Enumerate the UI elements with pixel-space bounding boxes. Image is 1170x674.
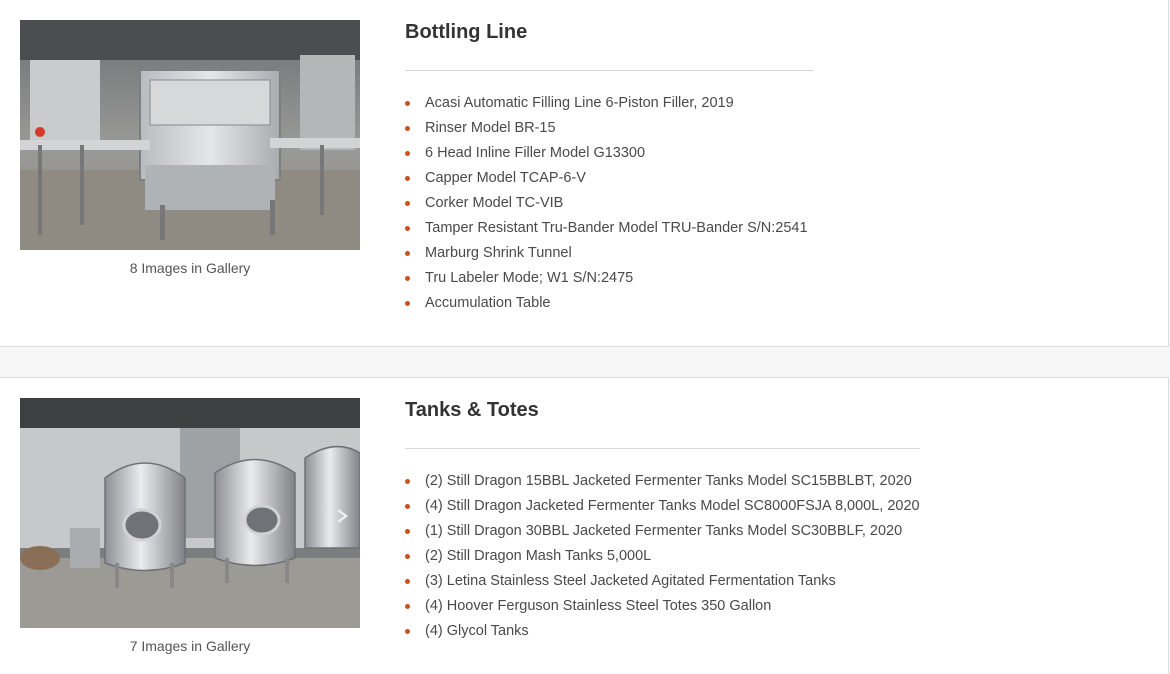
equipment-list: Acasi Automatic Filling Line 6-Piston Fi… xyxy=(405,94,808,319)
title-divider xyxy=(405,70,813,71)
bullet-icon xyxy=(405,301,410,306)
bullet-icon xyxy=(405,251,410,256)
bullet-icon xyxy=(405,629,410,634)
list-item: (4) Hoover Ferguson Stainless Steel Tote… xyxy=(405,597,920,622)
bottling-machine-image xyxy=(20,20,360,250)
listing-section-tanks-totes: 7 Images in Gallery Tanks & Totes (2) St… xyxy=(0,377,1169,674)
list-item: Marburg Shrink Tunnel xyxy=(405,244,808,269)
list-item: Rinser Model BR-15 xyxy=(405,119,808,144)
fermenter-tanks-image xyxy=(20,398,360,628)
bullet-icon xyxy=(405,504,410,509)
bullet-icon xyxy=(405,226,410,231)
listing-section-bottling-line: 8 Images in Gallery Bottling Line Acasi … xyxy=(0,0,1169,347)
list-item-text: (1) Still Dragon 30BBL Jacketed Fermente… xyxy=(425,523,903,539)
bullet-icon xyxy=(405,151,410,156)
bullet-icon xyxy=(405,201,410,206)
bullet-icon xyxy=(405,126,410,131)
section-title: Tanks & Totes xyxy=(405,399,539,421)
list-item: Corker Model TC-VIB xyxy=(405,194,808,219)
list-item-text: Rinser Model BR-15 xyxy=(425,120,556,136)
list-item: (2) Still Dragon 15BBL Jacketed Fermente… xyxy=(405,472,920,497)
gallery-count-link[interactable]: 8 Images in Gallery xyxy=(20,260,360,276)
bullet-icon xyxy=(405,579,410,584)
list-item: Tamper Resistant Tru-Bander Model TRU-Ba… xyxy=(405,219,808,244)
list-item-text: Tru Labeler Mode; W1 S/N:2475 xyxy=(425,270,634,286)
list-item: (4) Still Dragon Jacketed Fermenter Tank… xyxy=(405,497,920,522)
gallery-count-link[interactable]: 7 Images in Gallery xyxy=(20,638,360,654)
list-item-text: Accumulation Table xyxy=(425,295,551,311)
bullet-icon xyxy=(405,176,410,181)
bullet-icon xyxy=(405,604,410,609)
list-item-text: Marburg Shrink Tunnel xyxy=(425,245,572,261)
list-item: (3) Letina Stainless Steel Jacketed Agit… xyxy=(405,572,920,597)
list-item-text: (4) Glycol Tanks xyxy=(425,623,529,639)
tanks-photo[interactable] xyxy=(20,398,360,628)
bullet-icon xyxy=(405,276,410,281)
equipment-list: (2) Still Dragon 15BBL Jacketed Fermente… xyxy=(405,472,920,647)
list-item: (1) Still Dragon 30BBL Jacketed Fermente… xyxy=(405,522,920,547)
bullet-icon xyxy=(405,554,410,559)
list-item-text: (3) Letina Stainless Steel Jacketed Agit… xyxy=(425,573,836,589)
list-item: (4) Glycol Tanks xyxy=(405,622,920,647)
bullet-icon xyxy=(405,479,410,484)
list-item-text: Tamper Resistant Tru-Bander Model TRU-Ba… xyxy=(425,220,808,236)
list-item-text: Acasi Automatic Filling Line 6-Piston Fi… xyxy=(425,95,734,111)
list-item-text: 6 Head Inline Filler Model G13300 xyxy=(425,145,646,161)
list-item-text: (4) Hoover Ferguson Stainless Steel Tote… xyxy=(425,598,772,614)
list-item-text: (2) Still Dragon Mash Tanks 5,000L xyxy=(425,548,652,564)
list-item-text: Corker Model TC-VIB xyxy=(425,195,564,211)
list-item: Tru Labeler Mode; W1 S/N:2475 xyxy=(405,269,808,294)
bullet-icon xyxy=(405,529,410,534)
list-item: Capper Model TCAP-6-V xyxy=(405,169,808,194)
list-item-text: (4) Still Dragon Jacketed Fermenter Tank… xyxy=(425,498,920,514)
list-item: 6 Head Inline Filler Model G13300 xyxy=(405,144,808,169)
bullet-icon xyxy=(405,101,410,106)
list-item-text: Capper Model TCAP-6-V xyxy=(425,170,586,186)
list-item-text: (2) Still Dragon 15BBL Jacketed Fermente… xyxy=(425,473,912,489)
section-title: Bottling Line xyxy=(405,21,528,43)
bottling-line-photo[interactable] xyxy=(20,20,360,250)
list-item: (2) Still Dragon Mash Tanks 5,000L xyxy=(405,547,920,572)
list-item: Accumulation Table xyxy=(405,294,808,319)
title-divider xyxy=(405,448,920,449)
list-item: Acasi Automatic Filling Line 6-Piston Fi… xyxy=(405,94,808,119)
